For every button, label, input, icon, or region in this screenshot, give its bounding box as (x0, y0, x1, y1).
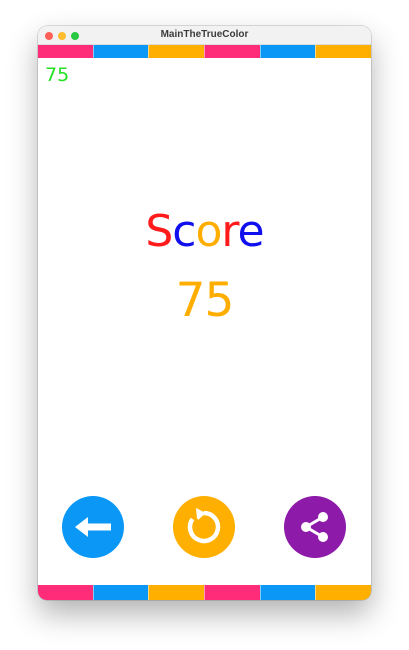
back-button[interactable] (62, 496, 124, 558)
bottom-color-stripe (38, 585, 371, 600)
title-bar[interactable]: MainTheTrueColor (38, 26, 371, 45)
share-icon (301, 512, 328, 542)
score-label-letter: c (172, 206, 196, 257)
stripe-segment (38, 585, 93, 600)
stripe-segment (148, 45, 205, 58)
stripe-segment (92, 45, 149, 58)
stripe-segment (204, 45, 260, 58)
top-color-stripe (38, 45, 371, 58)
score-value: 75 (175, 273, 235, 328)
score-label: Score (38, 202, 371, 262)
restart-button[interactable] (173, 496, 235, 558)
app-window: MainTheTrueColor 75 Score 75 (38, 26, 371, 600)
window-title: MainTheTrueColor (160, 29, 249, 40)
stripe-segment (92, 585, 149, 600)
stripe-segment (148, 585, 205, 600)
score-label-letter: o (195, 206, 223, 257)
stripe-segment (259, 45, 316, 58)
score-counter: 75 (45, 64, 70, 86)
stripe-segment (259, 585, 316, 600)
stripe-segment (315, 585, 371, 600)
score-label-letter: S (145, 206, 173, 257)
score-label-letter: e (237, 206, 265, 257)
stripe-segment (204, 585, 260, 600)
refresh-icon (187, 508, 221, 544)
stripe-segment (38, 45, 93, 58)
arrow-left-icon (75, 517, 111, 537)
score-label-letter: r (221, 206, 238, 257)
share-button[interactable] (284, 496, 346, 558)
stripe-segment (315, 45, 371, 58)
